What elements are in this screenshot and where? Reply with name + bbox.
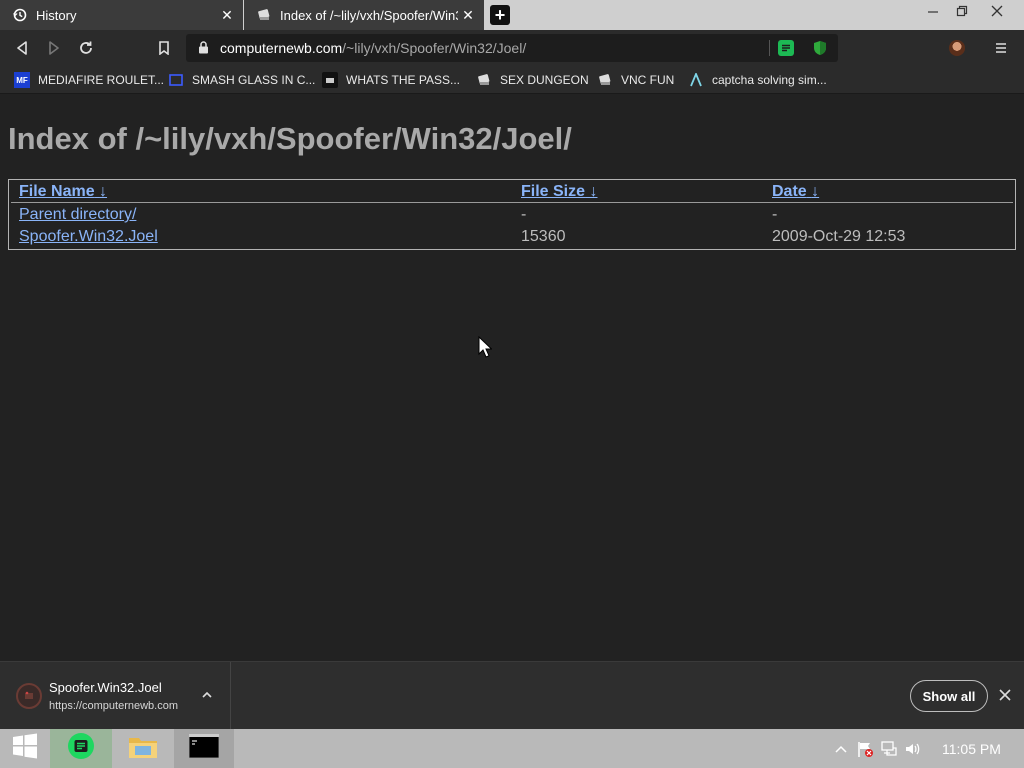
profile-avatar[interactable] (949, 40, 965, 56)
bookmark-vnc-fun[interactable]: VNC FUN (597, 71, 674, 89)
close-tab-icon[interactable]: ✕ (217, 5, 237, 25)
file-date: 2009-Oct-29 12:53 (772, 228, 906, 245)
file-size: 15360 (521, 228, 566, 245)
system-clock[interactable]: 11:05 PM (942, 741, 1001, 757)
mouse-cursor-icon (478, 335, 493, 363)
downloads-bar: Spoofer.Win32.Joel https://computernewb.… (0, 661, 1024, 730)
spotify-icon (67, 732, 95, 765)
directory-listing: File Name ↓ File Size ↓ Date ↓ Parent di… (8, 179, 1016, 250)
password-icon (322, 72, 338, 88)
tab-directory-index[interactable]: Index of /~lily/vxh/Spoofer/Win32/Joel/ … (244, 0, 484, 30)
lock-icon[interactable] (198, 41, 209, 59)
bookmark-label: SMASH GLASS IN C... (192, 73, 316, 87)
bookmark-label: MEDIAFIRE ROULET... (38, 73, 165, 87)
show-all-downloads-button[interactable]: Show all (910, 680, 988, 712)
action-center-flag-icon[interactable] (856, 729, 874, 768)
site-favicon (597, 72, 613, 88)
sort-arrow-icon: ↓ (811, 183, 820, 200)
bookmark-label: WHATS THE PASS... (346, 73, 461, 87)
column-header-file-name[interactable]: File Name ↓ (19, 183, 107, 201)
bookmark-mediafire-roulette[interactable]: MF MEDIAFIRE ROULET... (14, 71, 164, 89)
file-size: - (521, 206, 527, 223)
close-tab-icon[interactable]: ✕ (458, 5, 478, 25)
tab-history[interactable]: History ✕ (0, 0, 243, 30)
taskbar-spotify[interactable] (50, 729, 112, 768)
tab-strip: History ✕ Index of /~lily/vxh/Spoofer/Wi… (0, 0, 1024, 30)
url-host: computernewb.com (220, 40, 343, 56)
browser-toolbar: computernewb.com/~lily/vxh/Spoofer/Win32… (0, 30, 1024, 66)
reload-icon[interactable] (76, 38, 96, 58)
download-file-icon (16, 683, 42, 709)
address-bar[interactable]: computernewb.com/~lily/vxh/Spoofer/Win32… (186, 34, 838, 62)
taskbar-command-prompt[interactable] (174, 729, 234, 768)
column-label: Date (772, 183, 807, 200)
chevron-up-icon[interactable] (200, 688, 214, 702)
forward-icon[interactable] (44, 38, 64, 58)
tab-title: Index of /~lily/vxh/Spoofer/Win32/Joel/ (280, 7, 458, 23)
show-hidden-icons[interactable] (834, 729, 848, 768)
taskbar-file-explorer[interactable] (113, 729, 173, 768)
column-header-date[interactable]: Date ↓ (772, 183, 819, 201)
file-link-parent-directory[interactable]: Parent directory/ (19, 206, 136, 224)
back-icon[interactable] (12, 38, 32, 58)
site-favicon (256, 7, 272, 23)
bookmark-smash-glass[interactable]: SMASH GLASS IN C... (168, 71, 315, 89)
spotify-extension-icon[interactable] (778, 40, 794, 56)
download-item[interactable]: Spoofer.Win32.Joel https://computernewb.… (0, 662, 231, 730)
column-header-file-size[interactable]: File Size ↓ (521, 183, 597, 201)
bookmark-label: captcha solving sim... (712, 73, 827, 87)
url-text[interactable]: computernewb.com/~lily/vxh/Spoofer/Win32… (220, 40, 526, 56)
mediafire-icon: MF (14, 72, 30, 88)
windows-taskbar: 11:05 PM (0, 729, 1024, 768)
close-window-icon[interactable] (980, 0, 1014, 22)
omnibox-divider (769, 40, 770, 56)
browser-menu-icon[interactable] (994, 38, 1008, 58)
file-date: - (772, 206, 778, 223)
tab-title: History (36, 7, 77, 23)
bookmark-label: VNC FUN (621, 73, 675, 87)
close-downloads-icon[interactable] (998, 688, 1014, 704)
bookmark-whats-the-password[interactable]: WHATS THE PASS... (322, 71, 460, 89)
site-favicon (476, 72, 492, 88)
new-tab-button[interactable]: + (490, 5, 510, 25)
history-icon (12, 7, 28, 23)
page-content: Index of /~lily/vxh/Spoofer/Win32/Joel/ … (0, 95, 1024, 661)
url-path: /~lily/vxh/Spoofer/Win32/Joel/ (342, 40, 527, 56)
restore-icon[interactable] (945, 0, 979, 22)
column-label: File Size (521, 183, 586, 200)
start-button[interactable] (0, 729, 50, 768)
file-explorer-icon (127, 732, 159, 765)
network-icon[interactable] (880, 729, 898, 768)
sort-arrow-icon: ↓ (589, 183, 598, 200)
glass-icon (168, 72, 184, 88)
header-divider (11, 202, 1013, 203)
bookmark-label: SEX DUNGEON (500, 73, 589, 87)
download-filename: Spoofer.Win32.Joel (49, 680, 162, 695)
column-label: File Name (19, 183, 95, 200)
volume-icon[interactable] (904, 729, 922, 768)
bookmarks-bar: MF MEDIAFIRE ROULET... SMASH GLASS IN C.… (0, 66, 1024, 94)
page-title: Index of /~lily/vxh/Spoofer/Win32/Joel/ (8, 121, 572, 156)
file-link-spoofer-win32-joel[interactable]: Spoofer.Win32.Joel (19, 228, 158, 246)
bookmark-sex-dungeon[interactable]: SEX DUNGEON (476, 71, 589, 89)
start-icon (12, 733, 38, 764)
shield-extension-icon[interactable] (812, 40, 828, 56)
browser-window: History ✕ Index of /~lily/vxh/Spoofer/Wi… (0, 0, 1024, 768)
captcha-icon (688, 72, 704, 88)
download-source: https://computernewb.com (49, 700, 179, 712)
bookmark-captcha-solving[interactable]: captcha solving sim... (688, 71, 827, 89)
sort-arrow-icon: ↓ (99, 183, 108, 200)
bookmark-icon[interactable] (154, 38, 174, 58)
command-prompt-icon (188, 733, 220, 763)
